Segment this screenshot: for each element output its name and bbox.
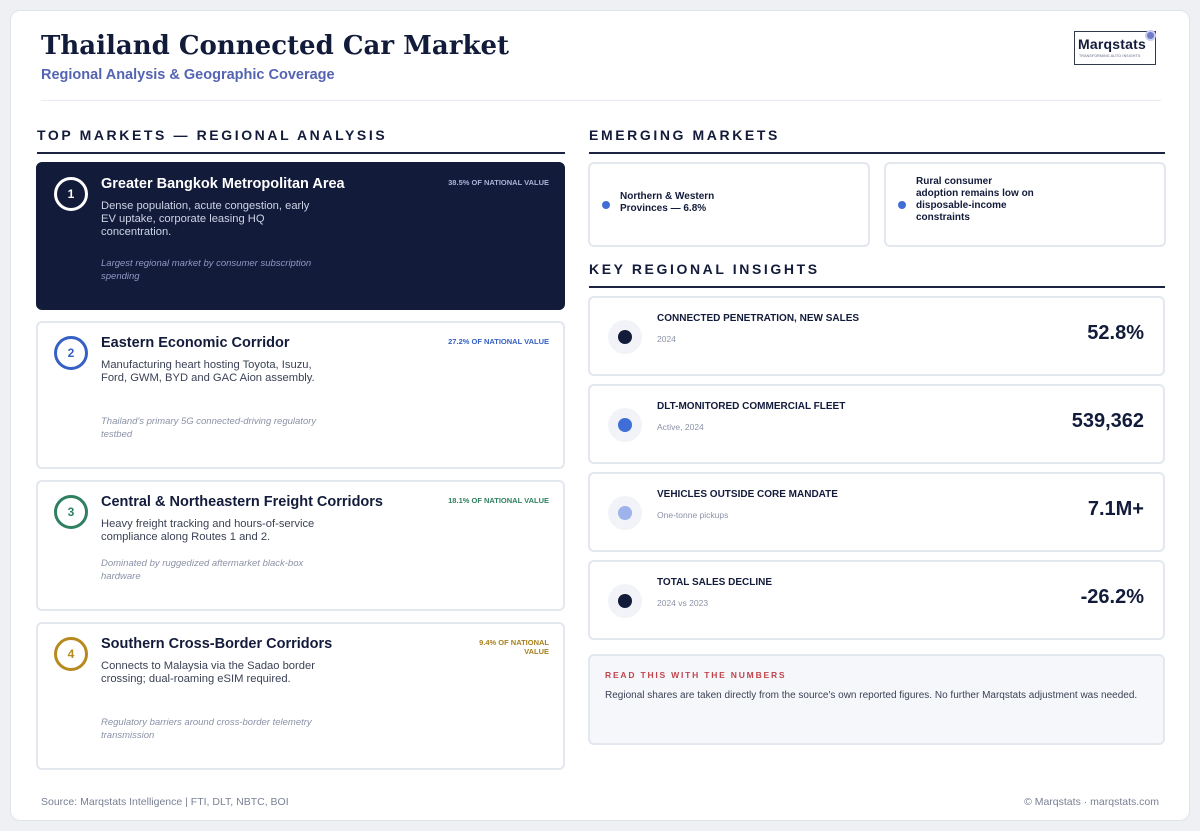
market-name: Southern Cross-Border Corridors bbox=[101, 636, 333, 652]
emerging-markets-heading: EMERGING MARKETS bbox=[589, 127, 780, 143]
insight-card-fleet: DLT-MONITORED COMMERCIAL FLEET Active, 2… bbox=[588, 384, 1165, 464]
market-card-1: 1 Greater Bangkok Metropolitan Area 38.5… bbox=[36, 162, 565, 310]
market-name: Greater Bangkok Metropolitan Area bbox=[101, 176, 345, 192]
bullet-dot-icon bbox=[898, 201, 906, 209]
bullet-dot-icon bbox=[602, 201, 610, 209]
insight-value: 7.1M+ bbox=[1087, 498, 1144, 520]
dot-icon bbox=[618, 506, 632, 520]
footer-copyright: © Marqstats · marqstats.com bbox=[1024, 796, 1159, 808]
rank-badge: 1 bbox=[54, 177, 88, 211]
insight-value: 539,362 bbox=[1071, 410, 1144, 432]
insight-card-sales-decline: TOTAL SALES DECLINE 2024 vs 2023 -26.2% bbox=[588, 560, 1165, 640]
logo-wordmark: Marqstats bbox=[1078, 36, 1146, 52]
logo-tagline: Transforming auto insights bbox=[1079, 54, 1141, 58]
emerging-text: Rural consumer adoption remains low on d… bbox=[916, 176, 1034, 223]
market-share: 9.4% OF NATIONAL VALUE bbox=[479, 638, 549, 656]
insight-label: TOTAL SALES DECLINE bbox=[657, 577, 773, 588]
insight-subtext: 2024 vs 2023 bbox=[657, 598, 709, 608]
market-note: Largest regional market by consumer subs… bbox=[101, 258, 312, 282]
insight-value: 52.8% bbox=[1087, 322, 1144, 344]
insight-subtext: 2024 bbox=[657, 334, 676, 344]
page-title: Thailand Connected Car Market bbox=[41, 31, 510, 61]
insight-value: -26.2% bbox=[1080, 586, 1144, 608]
insight-card-pickups: VEHICLES OUTSIDE CORE MANDATE One-tonne … bbox=[588, 472, 1165, 552]
market-card-2: 2 Eastern Economic Corridor 27.2% OF NAT… bbox=[36, 321, 565, 469]
insight-label: CONNECTED PENETRATION, NEW SALES bbox=[657, 313, 860, 324]
insights-heading: KEY REGIONAL INSIGHTS bbox=[589, 261, 820, 277]
market-share: 38.5% OF NATIONAL VALUE bbox=[448, 178, 549, 187]
market-note: Dominated by ruggedized aftermarket blac… bbox=[101, 558, 304, 582]
insight-marker bbox=[608, 408, 642, 442]
market-share: 18.1% OF NATIONAL VALUE bbox=[448, 496, 549, 505]
report-page: Thailand Connected Car Market Regional A… bbox=[10, 10, 1190, 821]
market-card-3: 3 Central & Northeastern Freight Corrido… bbox=[36, 480, 565, 611]
insights-rule bbox=[589, 286, 1165, 288]
insight-subtext: Active, 2024 bbox=[657, 422, 704, 432]
market-name: Central & Northeastern Freight Corridors bbox=[101, 494, 383, 510]
emerging-card-2: Rural consumer adoption remains low on d… bbox=[884, 162, 1166, 247]
market-name: Eastern Economic Corridor bbox=[101, 335, 290, 351]
brand-logo: Marqstats Transforming auto insights bbox=[1074, 31, 1156, 65]
footer-source: Source: Marqstats Intelligence | FTI, DL… bbox=[41, 796, 289, 808]
dot-icon bbox=[618, 418, 632, 432]
insight-label: DLT-MONITORED COMMERCIAL FLEET bbox=[657, 401, 846, 412]
market-description: Dense population, acute congestion, earl… bbox=[101, 200, 310, 238]
dot-icon bbox=[618, 594, 632, 608]
dot-icon bbox=[618, 330, 632, 344]
header-divider bbox=[41, 100, 1161, 101]
page-subtitle: Regional Analysis & Geographic Coverage bbox=[41, 67, 335, 83]
top-markets-heading: TOP MARKETS — REGIONAL ANALYSIS bbox=[37, 127, 388, 143]
rank-badge: 2 bbox=[54, 336, 88, 370]
market-description: Manufacturing heart hosting Toyota, Isuz… bbox=[101, 359, 315, 384]
market-description: Connects to Malaysia via the Sadao borde… bbox=[101, 660, 315, 685]
read-note-card: READ THIS WITH THE NUMBERS Regional shar… bbox=[588, 654, 1165, 745]
market-card-4: 4 Southern Cross-Border Corridors 9.4% O… bbox=[36, 622, 565, 770]
emerging-card-1: Northern & Western Provinces — 6.8% bbox=[588, 162, 870, 247]
market-description: Heavy freight tracking and hours-of-serv… bbox=[101, 518, 315, 543]
insight-marker bbox=[608, 496, 642, 530]
insight-card-penetration: CONNECTED PENETRATION, NEW SALES 2024 52… bbox=[588, 296, 1165, 376]
market-note: Regulatory barriers around cross-border … bbox=[101, 717, 312, 741]
top-markets-rule bbox=[37, 152, 565, 154]
insight-subtext: One-tonne pickups bbox=[657, 510, 729, 520]
insight-marker bbox=[608, 584, 642, 618]
insight-marker bbox=[608, 320, 642, 354]
rank-badge: 4 bbox=[54, 637, 88, 671]
read-note-body: Regional shares are taken directly from … bbox=[605, 690, 1138, 701]
read-note-heading: READ THIS WITH THE NUMBERS bbox=[605, 670, 787, 680]
emerging-markets-rule bbox=[589, 152, 1165, 154]
rank-badge: 3 bbox=[54, 495, 88, 529]
insight-label: VEHICLES OUTSIDE CORE MANDATE bbox=[657, 489, 838, 500]
market-share: 27.2% OF NATIONAL VALUE bbox=[448, 337, 549, 346]
market-note: Thailand's primary 5G connected-driving … bbox=[101, 416, 317, 440]
logo-dot-icon bbox=[1147, 32, 1154, 39]
emerging-text: Northern & Western Provinces — 6.8% bbox=[620, 191, 715, 214]
